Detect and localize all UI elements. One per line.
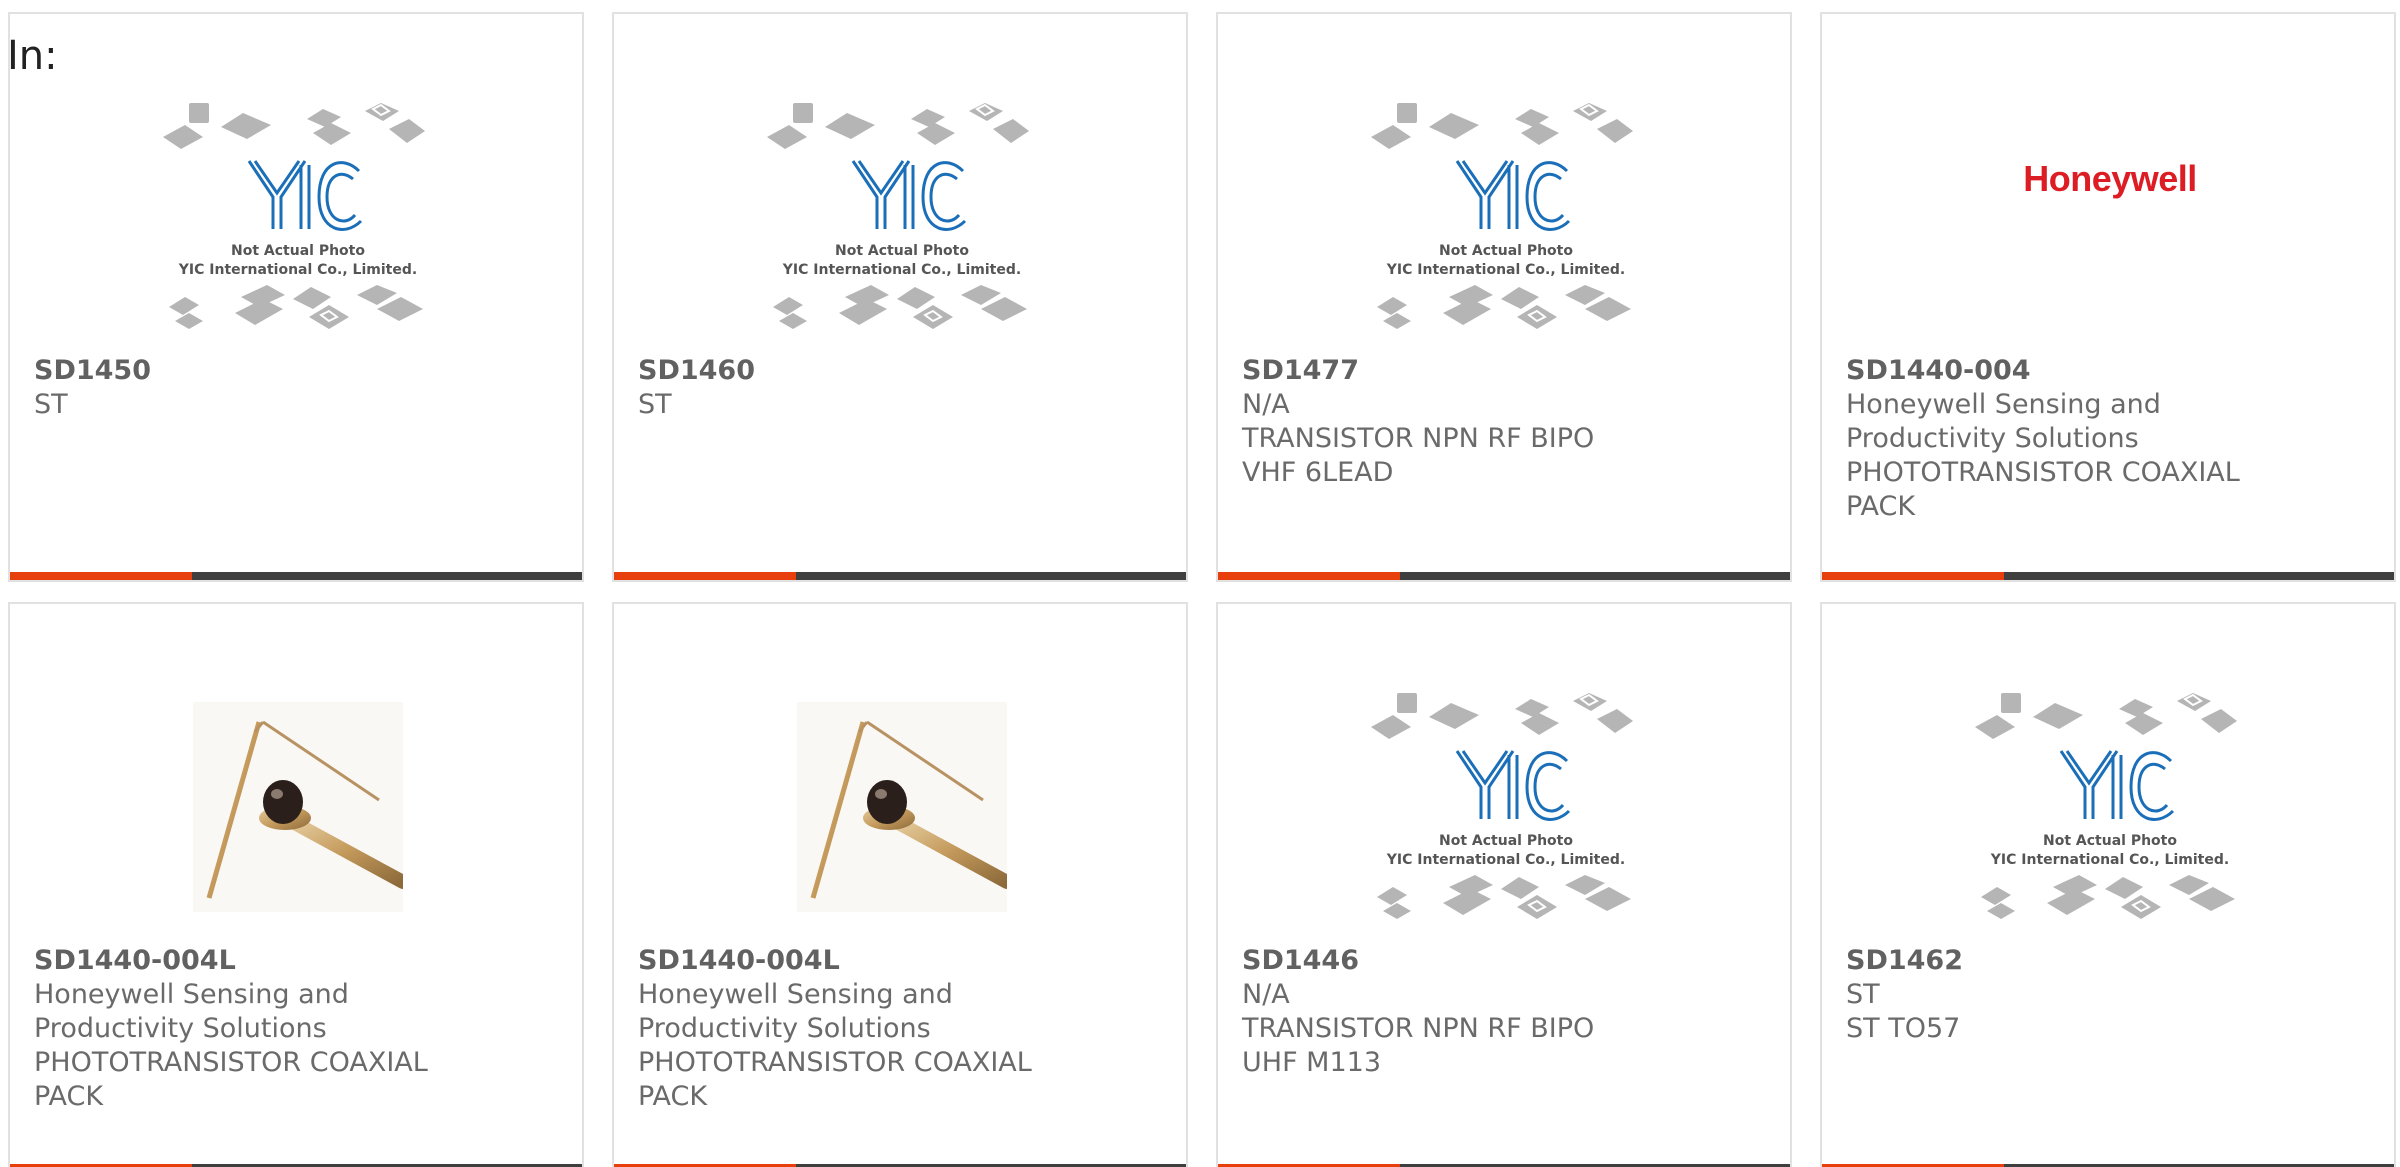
product-image[interactable]: Not Actual Photo YIC International Co., L… (10, 84, 582, 354)
card-accent-bar (10, 572, 192, 580)
product-info: SD1450 ST (34, 354, 564, 422)
description: PHOTOTRANSISTOR COAXIAL PACK (638, 1047, 1032, 1112)
card-bottom-bar (1822, 572, 2394, 580)
product-info: SD1462 ST ST TO57 (1846, 944, 2376, 1046)
yic-placeholder-image: Not Actual Photo YIC International Co., L… (1371, 689, 1641, 929)
manufacturer: ST (34, 389, 68, 420)
product-image[interactable]: Not Actual Photo YIC International Co., L… (1218, 84, 1790, 354)
product-info: SD1477 N/A TRANSISTOR NPN RF BIPO VHF 6LEA… (1242, 354, 1772, 490)
in-label: In: (7, 33, 58, 79)
description: ST TO57 (1846, 1013, 1961, 1044)
placeholder-line2: YIC International Co., Limited. (178, 262, 417, 278)
placeholder-line2: YIC International Co., Limited. (1990, 852, 2229, 868)
product-image[interactable] (614, 674, 1186, 944)
manufacturer: N/A (1242, 979, 1290, 1010)
product-card[interactable]: Not Actual Photo YIC International Co., L… (612, 12, 1188, 582)
yic-placeholder-image: Not Actual Photo YIC International Co., L… (1975, 689, 2245, 929)
placeholder-line1: Not Actual Photo (231, 243, 365, 259)
card-accent-bar (1822, 572, 2004, 580)
product-card[interactable]: Not Actual Photo YIC International Co., L… (1216, 602, 1792, 1167)
product-image[interactable]: Not Actual Photo YIC International Co., L… (1218, 674, 1790, 944)
product-image[interactable]: Not Actual Photo YIC International Co., L… (614, 84, 1186, 354)
card-accent-bar (1218, 572, 1400, 580)
card-bottom-bar (614, 572, 1186, 580)
product-info: SD1460 ST (638, 354, 1168, 422)
description: PHOTOTRANSISTOR COAXIAL PACK (1846, 457, 2240, 522)
manufacturer: N/A (1242, 389, 1290, 420)
card-bottom-bar (1218, 572, 1790, 580)
product-image[interactable]: Not Actual Photo YIC International Co., L… (1822, 674, 2394, 944)
yic-placeholder-image: Not Actual Photo YIC International Co., L… (767, 99, 1037, 339)
part-number-link[interactable]: SD1440-004 (1846, 354, 2376, 388)
product-card[interactable]: SD1440-004L Honeywell Sensing and Product… (612, 602, 1188, 1167)
placeholder-line2: YIC International Co., Limited. (1386, 852, 1625, 868)
part-number-link[interactable]: SD1477 (1242, 354, 1772, 388)
card-accent-bar (614, 572, 796, 580)
card-bottom-bar (10, 572, 582, 580)
product-image[interactable] (10, 674, 582, 944)
manufacturer: Honeywell Sensing and Productivity Solut… (34, 979, 349, 1044)
phototransistor-photo (193, 702, 410, 916)
placeholder-line1: Not Actual Photo (2043, 833, 2177, 849)
product-card[interactable]: Not Actual Photo YIC International Co., L… (8, 12, 584, 582)
part-number-link[interactable]: SD1446 (1242, 944, 1772, 978)
placeholder-line1: Not Actual Photo (1439, 243, 1573, 259)
manufacturer: Honeywell Sensing and Productivity Solut… (638, 979, 953, 1044)
product-card[interactable]: Honeywell SD1440-004 Honeywell Sensing and… (1820, 12, 2396, 582)
product-image[interactable]: Honeywell (1822, 84, 2394, 354)
product-info: SD1440-004L Honeywell Sensing and Product… (638, 944, 1168, 1114)
part-number-link[interactable]: SD1440-004L (34, 944, 564, 978)
manufacturer: Honeywell Sensing and Productivity Solut… (1846, 389, 2161, 454)
description: PHOTOTRANSISTOR COAXIAL PACK (34, 1047, 428, 1112)
phototransistor-photo (797, 702, 1014, 916)
manufacturer: ST (1846, 979, 1880, 1010)
placeholder-line1: Not Actual Photo (835, 243, 969, 259)
yic-placeholder-image: Not Actual Photo YIC International Co., L… (163, 99, 433, 339)
part-number-link[interactable]: SD1450 (34, 354, 564, 388)
product-info: SD1446 N/A TRANSISTOR NPN RF BIPO UHF M113 (1242, 944, 1772, 1080)
product-card[interactable]: Not Actual Photo YIC International Co., L… (1820, 602, 2396, 1167)
description: TRANSISTOR NPN RF BIPO VHF 6LEAD (1242, 423, 1595, 488)
part-number-link[interactable]: SD1460 (638, 354, 1168, 388)
manufacturer: ST (638, 389, 672, 420)
product-info: SD1440-004 Honeywell Sensing and Producti… (1846, 354, 2376, 524)
part-number-link[interactable]: SD1462 (1846, 944, 2376, 978)
product-card[interactable]: Not Actual Photo YIC International Co., L… (1216, 12, 1792, 582)
product-grid-page: In: Not Actual Photo YIC International Co… (0, 0, 2400, 1167)
placeholder-line1: Not Actual Photo (1439, 833, 1573, 849)
part-number-link[interactable]: SD1440-004L (638, 944, 1168, 978)
yic-placeholder-image: Not Actual Photo YIC International Co., L… (1371, 99, 1641, 339)
honeywell-logo: Honeywell (2023, 158, 2197, 199)
product-card[interactable]: SD1440-004L Honeywell Sensing and Product… (8, 602, 584, 1167)
placeholder-line2: YIC International Co., Limited. (782, 262, 1021, 278)
product-info: SD1440-004L Honeywell Sensing and Product… (34, 944, 564, 1114)
placeholder-line2: YIC International Co., Limited. (1386, 262, 1625, 278)
description: TRANSISTOR NPN RF BIPO UHF M113 (1242, 1013, 1595, 1078)
